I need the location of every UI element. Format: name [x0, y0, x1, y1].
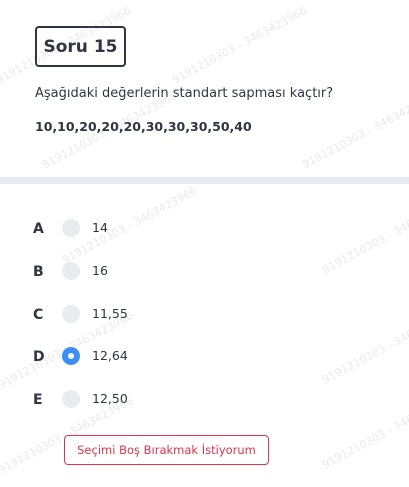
radio-button[interactable] — [62, 262, 80, 280]
option-c[interactable]: C 11,55 — [0, 300, 409, 330]
option-e[interactable]: E 12,50 — [0, 385, 409, 415]
option-value: 12,50 — [92, 391, 128, 406]
option-letter: C — [33, 307, 44, 323]
question-panel: Soru 15 Aşağıdaki değerlerin standart sa… — [0, 0, 409, 177]
option-letter: A — [33, 221, 44, 237]
option-value: 14 — [92, 220, 108, 235]
question-text: Aşağıdaki değerlerin standart sapması ka… — [35, 86, 334, 101]
skip-selection-button[interactable]: Seçimi Boş Bırakmak İstiyorum — [64, 435, 269, 465]
option-b[interactable]: B 16 — [0, 257, 409, 287]
section-divider — [0, 177, 409, 184]
radio-button[interactable] — [62, 219, 80, 237]
radio-button-selected[interactable] — [62, 347, 80, 365]
question-number-badge: Soru 15 — [35, 26, 126, 67]
option-value: 16 — [92, 263, 108, 278]
option-value: 12,64 — [92, 348, 128, 363]
option-letter: B — [33, 264, 44, 280]
option-a[interactable]: A 14 — [0, 214, 409, 244]
radio-button[interactable] — [62, 305, 80, 323]
option-d[interactable]: D 12,64 — [0, 342, 409, 372]
radio-button[interactable] — [62, 390, 80, 408]
option-letter: E — [33, 392, 43, 408]
option-letter: D — [33, 349, 45, 365]
option-value: 11,55 — [92, 306, 128, 321]
question-values: 10,10,20,20,20,30,30,30,50,40 — [35, 119, 252, 134]
